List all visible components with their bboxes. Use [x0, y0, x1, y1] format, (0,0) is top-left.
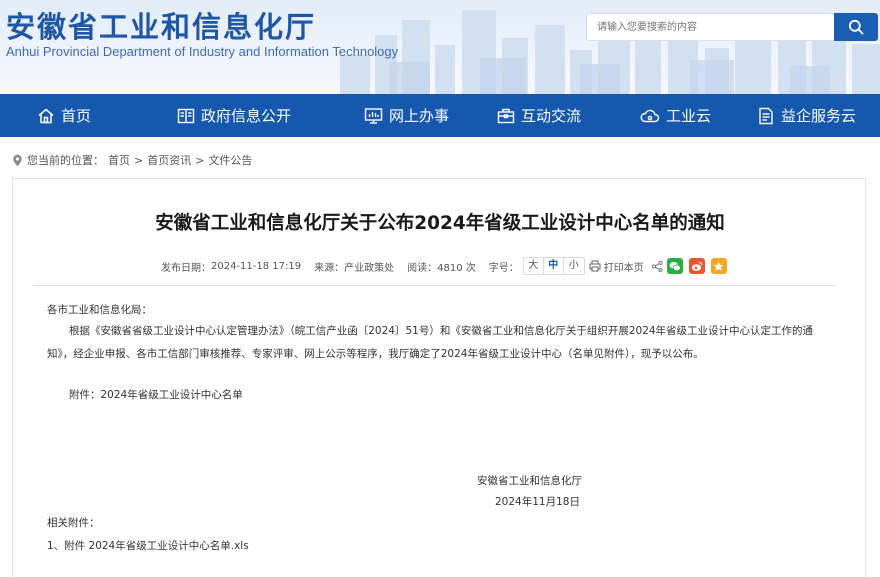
- home-icon: [38, 108, 54, 123]
- nav-item-industry-cloud[interactable]: 工业云: [640, 94, 711, 137]
- nav-label: 益企服务云: [781, 107, 857, 125]
- signature-date: 2024年11月18日: [495, 496, 580, 508]
- font-size-small-button[interactable]: 小: [564, 258, 584, 274]
- search-icon: [848, 19, 864, 35]
- site-subtitle: Anhui Provincial Department of Industry …: [6, 44, 399, 59]
- nav-label: 首页: [61, 107, 92, 125]
- printer-icon: [589, 260, 601, 272]
- weibo-share-button[interactable]: [688, 258, 705, 274]
- nav-item-interaction[interactable]: 互动交流: [497, 94, 581, 137]
- book-icon: [177, 108, 195, 123]
- breadcrumb-separator: >: [134, 153, 144, 167]
- star-icon: [713, 261, 724, 271]
- search-input[interactable]: [586, 13, 834, 41]
- breadcrumb-separator: >: [195, 153, 205, 167]
- source-value: 产业政策处: [344, 262, 395, 274]
- share-icon[interactable]: [651, 260, 663, 272]
- site-title: 安徽省工业和信息化厅: [6, 10, 317, 44]
- font-size-label: 字号：: [488, 262, 519, 274]
- search-button[interactable]: [834, 13, 878, 41]
- salutation: 各市工业和信息化局：: [47, 304, 152, 316]
- wechat-share-button[interactable]: [666, 258, 683, 274]
- location-pin-icon: [13, 154, 22, 166]
- briefcase-icon: [497, 108, 515, 123]
- font-size-selector: 大 中 小: [522, 257, 585, 275]
- nav-label: 网上办事: [389, 107, 450, 125]
- font-size-medium-button[interactable]: 中: [544, 258, 564, 274]
- nav-label: 政府信息公开: [201, 107, 292, 125]
- wechat-icon: [669, 261, 681, 271]
- nav-item-home[interactable]: 首页: [37, 94, 91, 137]
- related-attachments-label: 相关附件：: [47, 517, 100, 529]
- article-panel: 安徽省工业和信息化厅关于公布2024年省级工业设计中心名单的通知 发布日期： 2…: [12, 178, 866, 577]
- breadcrumb-prefix: 您当前的位置：: [27, 154, 104, 167]
- weibo-icon: [691, 261, 703, 271]
- nav-label: 互动交流: [521, 107, 582, 125]
- date-label: 发布日期：: [161, 262, 211, 274]
- attachment-note: 附件：2024年省级工业设计中心名单: [69, 389, 243, 401]
- print-page-button[interactable]: 打印本页: [589, 259, 644, 274]
- nav-item-enterprise-service-cloud[interactable]: 益企服务云: [757, 94, 856, 137]
- nav-item-online-services[interactable]: 网上办事: [364, 94, 449, 137]
- monitor-icon: [364, 107, 383, 124]
- breadcrumb-link-announcements[interactable]: 文件公告: [208, 152, 252, 168]
- nav-item-gov-info[interactable]: 政府信息公开: [177, 94, 291, 137]
- article-meta: 发布日期： 2024-11-18 17:19 来源： 产业政策处 阅读： 481…: [161, 257, 727, 275]
- meta-divider: [33, 285, 835, 286]
- breadcrumb: 您当前的位置： 首页 > 首页资讯 > 文件公告: [12, 152, 252, 168]
- print-label: 打印本页: [603, 262, 644, 274]
- document-icon: [759, 107, 773, 124]
- breadcrumb-link-news[interactable]: 首页资讯: [147, 152, 191, 168]
- body-paragraph-line-2: 知》，经企业申报、各市工信部门审核推荐、专家评审、网上公示等程序，我厅确定了20…: [47, 348, 704, 360]
- source-label: 来源：: [314, 262, 345, 274]
- main-nav: 首页 政府信息公开 网上办事 互动交流 工业云 益企服务云: [0, 94, 880, 137]
- article-title: 安徽省工业和信息化厅关于公布2024年省级工业设计中心名单的通知: [155, 213, 725, 234]
- font-size-large-button[interactable]: 大: [524, 258, 544, 274]
- attachment-link[interactable]: 1、附件 2024年省级工业设计中心名单.xls: [47, 538, 249, 553]
- body-paragraph-line-1: 根据《安徽省省级工业设计中心认定管理办法》（皖工信产业函〔2024〕51号）和《…: [69, 325, 814, 337]
- views-count: 4810 次: [437, 262, 476, 274]
- views-label: 阅读：: [407, 262, 438, 274]
- site-header: 安徽省工业和信息化厅 Anhui Provincial Department o…: [0, 0, 880, 94]
- publish-date: 2024-11-18 17:19: [211, 260, 302, 272]
- breadcrumb-link-home[interactable]: 首页: [108, 152, 130, 168]
- signature-organization: 安徽省工业和信息化厅: [477, 475, 582, 487]
- qzone-share-button[interactable]: [710, 258, 727, 274]
- cloud-icon: [640, 109, 660, 122]
- nav-label: 工业云: [666, 107, 712, 125]
